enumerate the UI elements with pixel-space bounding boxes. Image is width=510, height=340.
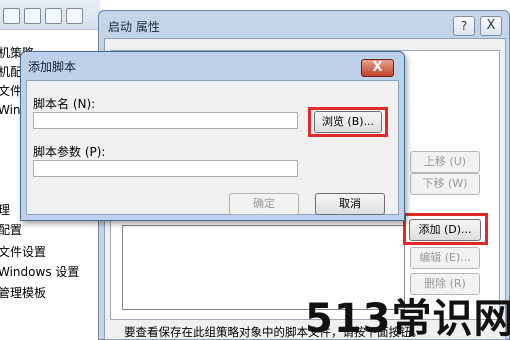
ok-button[interactable]: 确定 xyxy=(229,193,299,215)
properties-window-title: 启动 属性 xyxy=(108,20,160,34)
help-button[interactable]: ? xyxy=(453,16,475,36)
script-params-label: 脚本参数 (P): xyxy=(33,145,106,159)
toolbar-button-back[interactable] xyxy=(3,8,20,24)
add-script-dialog-title: 添加脚本 xyxy=(28,60,77,74)
tree-toolbar xyxy=(0,0,100,30)
add-button-highlight xyxy=(403,213,488,245)
tree-item-files[interactable]: 文件 xyxy=(0,81,22,101)
script-name-input[interactable] xyxy=(33,112,298,129)
toolbar-button-export[interactable] xyxy=(45,8,62,24)
script-params-input[interactable] xyxy=(33,160,298,177)
tree-item-file-settings[interactable]: 文件设置 xyxy=(0,242,46,262)
site-watermark: 513常识网 xyxy=(305,296,510,340)
tree-item-admin-templates[interactable]: 管理模板 xyxy=(0,283,46,303)
tree-item-config[interactable]: 配置 xyxy=(0,220,22,240)
tree-item-windows[interactable]: Win xyxy=(0,100,21,120)
dialog-close-button[interactable]: X xyxy=(361,59,394,77)
move-down-button[interactable]: 下移 (W) xyxy=(410,173,480,195)
tree-item-windows-settings[interactable]: Windows 设置 xyxy=(0,262,79,282)
cancel-button[interactable]: 取消 xyxy=(315,193,385,215)
browse-button-highlight xyxy=(308,107,388,137)
edit-button[interactable]: 编辑 (E)... xyxy=(410,247,480,269)
tree-item-machine-config[interactable]: 机配 xyxy=(0,62,22,82)
properties-close-button[interactable]: X xyxy=(480,16,502,36)
toolbar-button-help[interactable] xyxy=(66,8,83,24)
script-name-label: 脚本名 (N): xyxy=(33,97,96,111)
toolbar-button-list[interactable] xyxy=(24,8,41,24)
tree-item-management[interactable]: 理 xyxy=(0,200,10,220)
move-up-button[interactable]: 上移 (U) xyxy=(410,151,480,173)
